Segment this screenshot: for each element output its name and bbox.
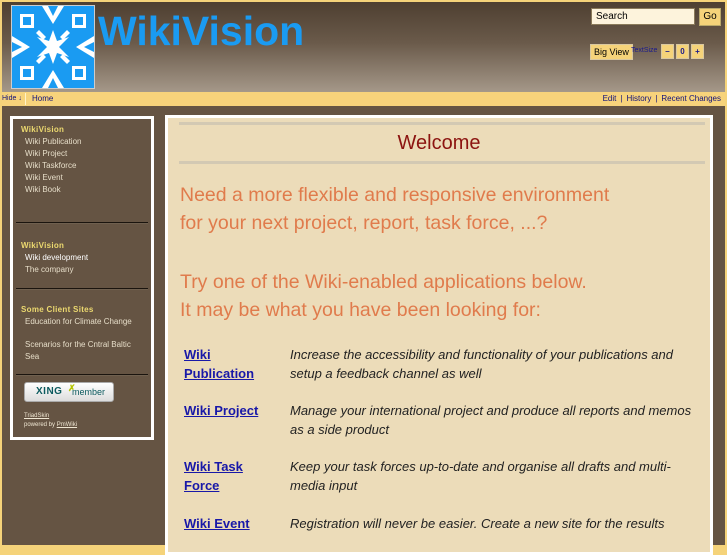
sidebar-item-the-company[interactable]: The company — [25, 265, 151, 274]
nav-bar: Hide ↓ Home Edit | History | Recent Changes — [2, 92, 725, 106]
home-link[interactable]: Home — [32, 92, 53, 106]
sidebar-item-wiki-project[interactable]: Wiki Project — [25, 149, 151, 158]
nav-divider — [25, 93, 26, 105]
search-input[interactable] — [591, 8, 695, 25]
triadskin-link[interactable]: TriadSkin — [24, 413, 49, 419]
sidebar-item-wiki-development[interactable]: Wiki development — [25, 253, 151, 262]
xing-member-badge[interactable]: XING ✗ member — [24, 382, 114, 402]
site-title[interactable]: WikiVision — [98, 8, 304, 55]
wiki-publication-link[interactable]: Wiki Publication — [184, 345, 284, 383]
history-link[interactable]: History — [626, 94, 651, 103]
text-reset-button[interactable]: 0 — [676, 44, 689, 59]
snowflake-icon — [12, 6, 94, 88]
textsize-label: TextSize — [631, 47, 658, 54]
header: WikiVision Go Big View TextSize – 0 + — [2, 2, 725, 92]
lead-text-1: Need a more flexible and responsive envi… — [180, 181, 609, 237]
sidebar-item-scenarios-baltic-sea[interactable]: Scenarios for the Cntral Baltic Sea — [25, 339, 143, 363]
title-rule-bottom — [179, 161, 705, 164]
app-description: Manage your international project and pr… — [290, 403, 692, 437]
sidebar-heading[interactable]: WikiVision — [21, 125, 151, 134]
app-description: Keep your task forces up-to-date and org… — [290, 459, 671, 493]
wikivision-logo[interactable] — [11, 5, 95, 89]
page-frame: WikiVision Go Big View TextSize – 0 + Hi… — [2, 2, 725, 555]
text-larger-button[interactable]: + — [691, 44, 704, 59]
recent-changes-link[interactable]: Recent Changes — [661, 94, 721, 103]
sidebar-divider — [16, 374, 148, 376]
sidebar-heading[interactable]: Some Client Sites — [21, 305, 151, 314]
lead-line: Try one of the Wiki-enabled applications… — [180, 271, 587, 293]
xing-member-label: member — [72, 387, 106, 397]
page-title: Welcome — [397, 132, 481, 154]
lead-line: Need a more flexible and responsive envi… — [180, 184, 610, 206]
text-smaller-button[interactable]: – — [661, 44, 674, 59]
powered-by-text: powered by — [24, 422, 56, 428]
app-description: Registration will never be easier. Creat… — [290, 516, 665, 531]
title-rule-top — [179, 122, 705, 125]
sidebar: WikiVision Wiki Publication Wiki Project… — [10, 116, 154, 440]
sidebar-item-wiki-event[interactable]: Wiki Event — [25, 173, 151, 182]
page-actions: Edit | History | Recent Changes — [603, 92, 721, 106]
separator: | — [655, 94, 658, 103]
big-view-button[interactable]: Big View — [590, 44, 633, 60]
lead-line: for your next project, report, task forc… — [180, 212, 548, 234]
wiki-event-link[interactable]: Wiki Event — [184, 514, 284, 533]
sidebar-item-wiki-publication[interactable]: Wiki Publication — [25, 137, 151, 146]
wiki-project-link[interactable]: Wiki Project — [184, 401, 284, 420]
app-description: Increase the accessibility and functiona… — [290, 347, 673, 381]
sidebar-heading[interactable]: WikiVision — [21, 241, 151, 250]
main-content: Welcome Need a more flexible and respons… — [165, 115, 713, 555]
edit-link[interactable]: Edit — [603, 94, 617, 103]
hide-sidebar-toggle[interactable]: Hide ↓ — [2, 92, 22, 106]
xing-brand: XING — [36, 386, 63, 397]
sidebar-item-wiki-taskforce[interactable]: Wiki Taskforce — [25, 161, 151, 170]
separator: | — [620, 94, 623, 103]
search-go-button[interactable]: Go — [699, 8, 721, 26]
wiki-task-force-link[interactable]: Wiki Task Force — [184, 457, 284, 495]
pmwiki-link[interactable]: PmWiki — [57, 422, 77, 428]
powered-by: powered by PmWiki — [24, 421, 151, 430]
lead-text-2: Try one of the Wiki-enabled applications… — [180, 268, 587, 324]
skin-credit: TriadSkin — [24, 412, 151, 421]
sidebar-item-wiki-book[interactable]: Wiki Book — [25, 185, 151, 194]
sidebar-item-education-climate-change[interactable]: Education for Climate Change — [25, 317, 151, 326]
lead-line: It may be what you have been looking for… — [180, 299, 541, 321]
